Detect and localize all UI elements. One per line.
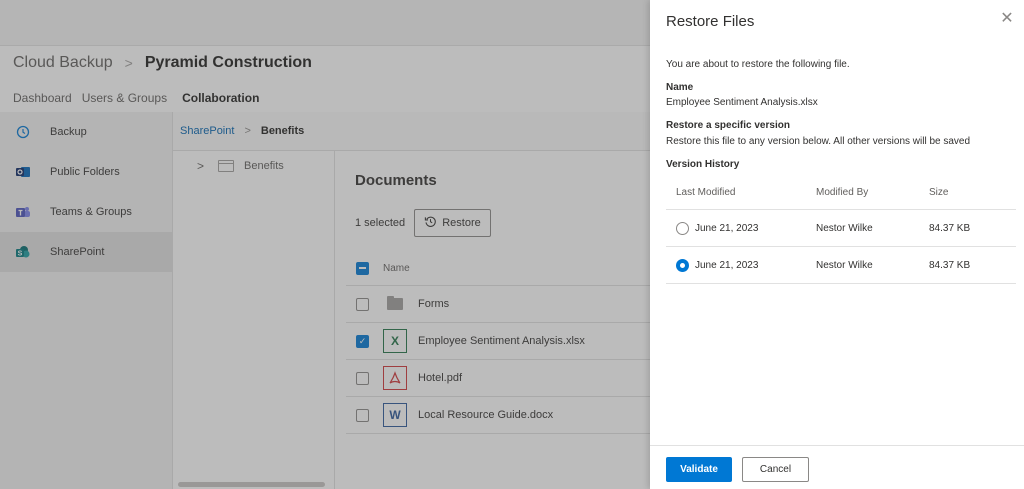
file-name: Employee Sentiment Analysis.xlsx (666, 97, 818, 108)
version-description: Restore this file to any version below. … (666, 136, 971, 147)
version-date-cell: June 21, 2023 (666, 221, 816, 235)
close-icon[interactable]: ✕ (1000, 11, 1014, 27)
panel-footer: Validate Cancel (650, 445, 1024, 489)
version-modified-by: Nestor Wilke (816, 259, 873, 271)
column-header-modified-by: Modified By (816, 186, 869, 198)
table-row[interactable]: June 21, 2023 Nestor Wilke 84.37 KB (666, 247, 1016, 284)
version-size: 84.37 KB (929, 259, 971, 271)
cancel-button[interactable]: Cancel (742, 457, 809, 482)
version-radio[interactable] (676, 258, 689, 272)
table-row[interactable]: June 21, 2023 Nestor Wilke 84.37 KB (666, 210, 1016, 247)
version-date: June 21, 2023 (695, 222, 759, 234)
version-history-label: Version History (666, 159, 740, 170)
modal-overlay[interactable] (0, 0, 650, 489)
version-size: 84.37 KB (929, 222, 971, 234)
version-modified-by: Nestor Wilke (816, 222, 873, 234)
version-date-cell: June 21, 2023 (666, 258, 816, 272)
version-date: June 21, 2023 (695, 259, 759, 271)
panel-title: Restore Files (666, 13, 755, 30)
version-label: Restore a specific version (666, 120, 790, 131)
version-radio[interactable] (676, 221, 689, 235)
column-header-size: Size (929, 186, 949, 198)
version-history-table: Last Modified Modified By Size June 21, … (666, 175, 1016, 284)
validate-button[interactable]: Validate (666, 457, 732, 482)
panel-intro: You are about to restore the following f… (666, 59, 850, 70)
table-header: Last Modified Modified By Size (666, 175, 1016, 210)
restore-files-panel: Restore Files ✕ You are about to restore… (650, 0, 1024, 489)
column-header-last-modified: Last Modified (676, 186, 736, 198)
name-label: Name (666, 82, 694, 93)
